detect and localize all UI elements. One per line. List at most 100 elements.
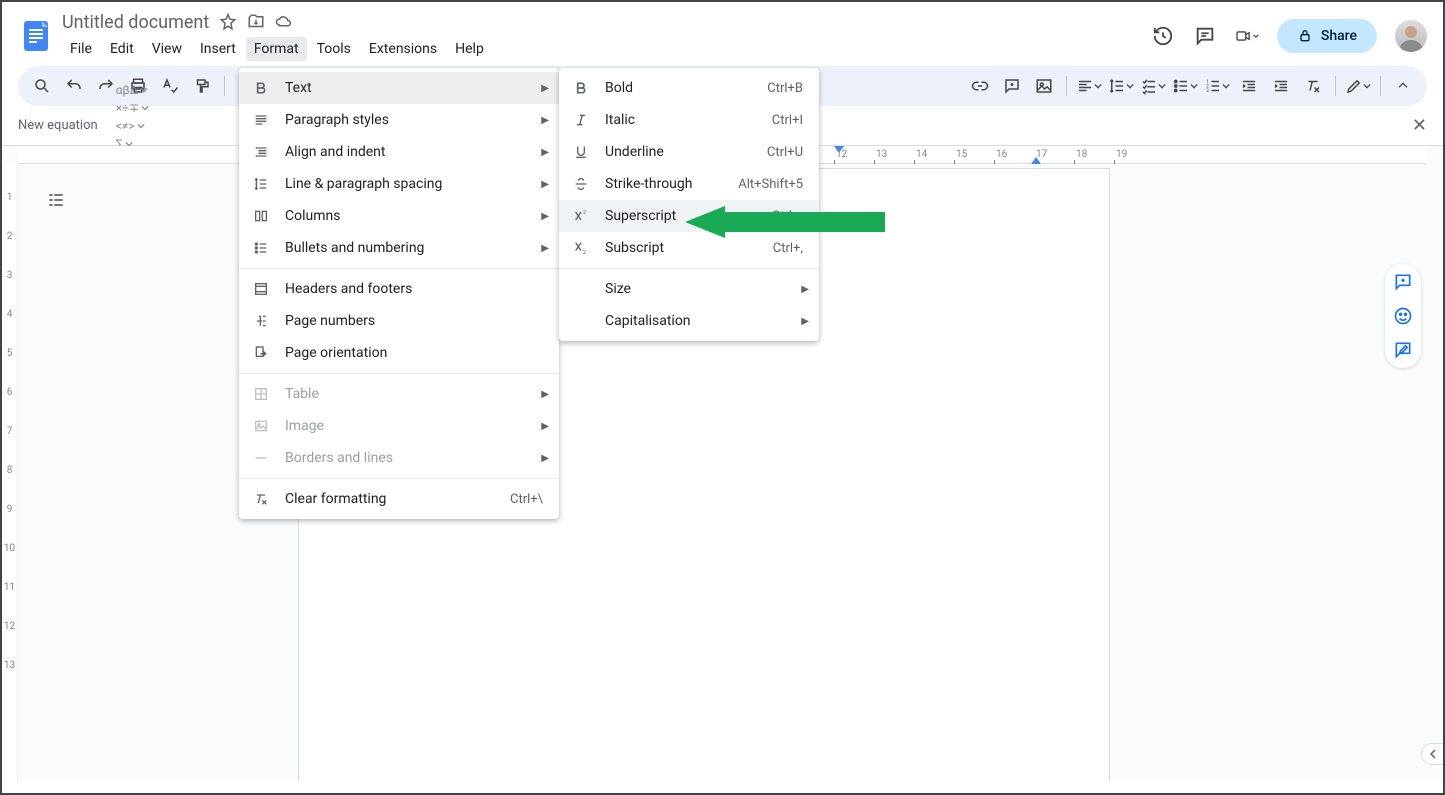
menu-item-paragraph-styles[interactable]: Paragraph styles▶ (239, 104, 559, 136)
menu-item-capitalisation[interactable]: Capitalisation▶ (559, 305, 819, 337)
clear-formatting-icon[interactable] (1299, 72, 1327, 100)
menu-item-subscript[interactable]: 2SubscriptCtrl+, (559, 232, 819, 264)
bold-icon (571, 78, 591, 98)
page-numbers-icon (251, 311, 271, 331)
equation-chip[interactable]: αβΔ (112, 81, 153, 99)
paint-format-icon[interactable] (188, 72, 216, 100)
search-icon[interactable] (28, 72, 56, 100)
menu-item-strike-through[interactable]: Strike-through Alt+Shift+5 (559, 168, 819, 200)
cloud-status-icon[interactable] (275, 13, 293, 31)
menu-item-shortcut: Alt+Shift+5 (738, 177, 803, 192)
emoji-reaction-fab-icon[interactable] (1393, 306, 1413, 326)
menu-tools[interactable]: Tools (309, 37, 359, 61)
menu-file[interactable]: File (62, 37, 100, 61)
comments-icon[interactable] (1193, 24, 1217, 48)
menu-item-shortcut: Ctrl+\ (510, 492, 543, 507)
star-icon[interactable] (219, 13, 237, 31)
editing-mode-icon[interactable] (1344, 72, 1372, 100)
insert-link-icon[interactable] (966, 72, 994, 100)
equation-chip[interactable]: ×÷∓ (112, 99, 153, 117)
document-title[interactable]: Untitled document (62, 12, 209, 33)
menu-item-label: Bullets and numbering (285, 240, 543, 256)
menu-item-label: Underline (605, 144, 753, 160)
line-spacing-icon[interactable] (1107, 72, 1135, 100)
menu-item-superscript[interactable]: 2SuperscriptCtrl+. (559, 200, 819, 232)
bold-icon (251, 78, 271, 98)
menu-format[interactable]: Format (246, 37, 307, 61)
svg-text:2: 2 (583, 250, 586, 256)
checklist-icon[interactable] (1139, 72, 1167, 100)
menu-item-text[interactable]: Text▶ (239, 72, 559, 104)
menu-item-italic[interactable]: ItalicCtrl+I (559, 104, 819, 136)
line-spacing-icon (251, 174, 271, 194)
equation-chip[interactable]: <≠> (112, 117, 153, 135)
strikethrough-icon (571, 174, 591, 194)
bulleted-list-icon[interactable] (1171, 72, 1199, 100)
menu-item-columns[interactable]: Columns▶ (239, 200, 559, 232)
menu-item-label: Size (605, 281, 803, 297)
svg-text:2: 2 (583, 210, 586, 216)
menu-item-headers-and-footers[interactable]: Headers and footers (239, 273, 559, 305)
menu-extensions[interactable]: Extensions (361, 37, 445, 61)
share-button[interactable]: Share (1277, 19, 1377, 53)
submenu-arrow-icon: ▶ (541, 453, 549, 464)
menu-edit[interactable]: Edit (102, 37, 142, 61)
menu-item-label: Subscript (605, 240, 759, 256)
submenu-arrow-icon: ▶ (541, 179, 549, 190)
decrease-indent-icon[interactable] (1235, 72, 1263, 100)
blank-icon (571, 279, 591, 299)
undo-icon[interactable] (60, 72, 88, 100)
docs-logo-icon[interactable] (18, 18, 54, 54)
menu-item-page-numbers[interactable]: Page numbers (239, 305, 559, 337)
menu-item-align-and-indent[interactable]: Align and indent▶ (239, 136, 559, 168)
subscript-icon: 2 (571, 238, 591, 258)
image-icon (251, 416, 271, 436)
submenu-arrow-icon: ▶ (541, 115, 549, 126)
menu-item-label: Align and indent (285, 144, 543, 160)
menu-item-label: Borders and lines (285, 450, 543, 466)
columns-icon (251, 206, 271, 226)
submenu-arrow-icon: ▶ (801, 284, 809, 295)
menu-item-label: Page orientation (285, 345, 543, 361)
close-equation-bar-icon[interactable]: ✕ (1412, 115, 1427, 136)
menu-item-label: Headers and footers (285, 281, 543, 297)
suggest-edits-fab-icon[interactable] (1393, 340, 1413, 360)
increase-indent-icon[interactable] (1267, 72, 1295, 100)
menu-item-label: Strike-through (605, 176, 724, 192)
align-icon[interactable] (1075, 72, 1103, 100)
user-avatar[interactable] (1395, 20, 1427, 52)
paragraph-styles-icon (251, 110, 271, 130)
menu-item-table: Table▶ (239, 378, 559, 410)
menu-help[interactable]: Help (447, 37, 492, 61)
menu-item-line-paragraph-spacing[interactable]: Line & paragraph spacing▶ (239, 168, 559, 200)
italic-icon (571, 110, 591, 130)
menu-item-label: Table (285, 386, 543, 402)
menu-item-bold[interactable]: BoldCtrl+B (559, 72, 819, 104)
menu-item-size[interactable]: Size▶ (559, 273, 819, 305)
history-icon[interactable] (1151, 24, 1175, 48)
bullets-numbering-icon (251, 238, 271, 258)
move-icon[interactable] (247, 13, 265, 31)
numbered-list-icon[interactable]: 123 (1203, 72, 1231, 100)
menu-item-label: Paragraph styles (285, 112, 543, 128)
outline-toggle-icon[interactable] (42, 186, 70, 214)
menu-insert[interactable]: Insert (192, 37, 244, 61)
menu-view[interactable]: View (144, 37, 190, 61)
menu-item-underline[interactable]: UnderlineCtrl+U (559, 136, 819, 168)
meet-icon[interactable] (1235, 24, 1259, 48)
menu-item-label: Capitalisation (605, 313, 803, 329)
add-comment-icon[interactable] (998, 72, 1026, 100)
menu-item-page-orientation[interactable]: Page orientation (239, 337, 559, 369)
menu-item-label: Italic (605, 112, 758, 128)
add-comment-fab-icon[interactable] (1393, 272, 1413, 292)
title-bar: Untitled document FileEditViewInsertForm… (2, 2, 1443, 62)
spellcheck-icon[interactable] (156, 72, 184, 100)
vertical-ruler[interactable]: 12345678910111213 (2, 164, 18, 781)
menu-item-bullets-and-numbering[interactable]: Bullets and numbering▶ (239, 232, 559, 264)
new-equation-button[interactable]: New equation (18, 118, 98, 133)
menu-item-clear-formatting[interactable]: Clear formattingCtrl+\ (239, 483, 559, 515)
side-panel-toggle-icon[interactable] (1421, 743, 1443, 765)
floating-action-buttons (1385, 264, 1421, 368)
insert-image-icon[interactable] (1030, 72, 1058, 100)
collapse-toolbar-icon[interactable] (1389, 72, 1417, 100)
